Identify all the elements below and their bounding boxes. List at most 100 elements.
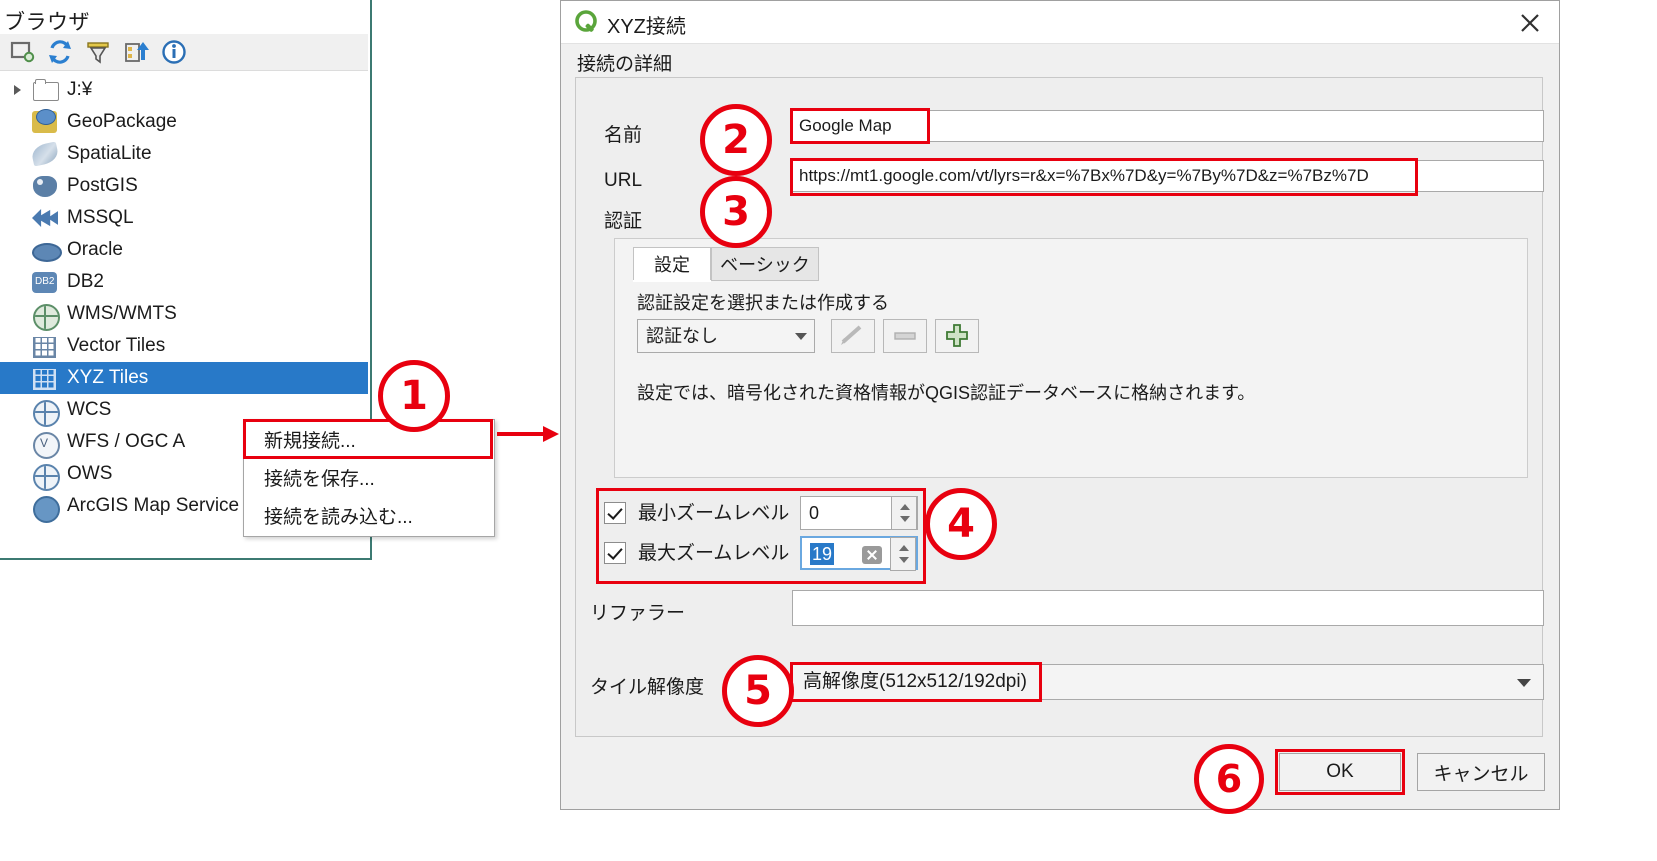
connection-details-label: 接続の詳細 bbox=[577, 54, 673, 75]
auth-select-label: 認証設定を選択または作成する bbox=[637, 293, 889, 313]
refresh-icon[interactable] bbox=[46, 38, 74, 66]
wcs-globe-icon bbox=[30, 396, 60, 427]
menu-item-load-connections[interactable]: 接続を読み込む... bbox=[244, 496, 494, 534]
tree-item-label: GeoPackage bbox=[67, 111, 177, 132]
spatialite-icon bbox=[30, 140, 60, 168]
edit-pencil-icon-button[interactable] bbox=[831, 319, 875, 353]
connection-details-group: 名前 Google Map URL https://mt1.google.com… bbox=[575, 77, 1544, 737]
auth-config-value: 認証なし bbox=[646, 326, 718, 346]
add-plus-icon-button[interactable] bbox=[935, 319, 979, 353]
tab-settings[interactable]: 設定 bbox=[633, 247, 711, 281]
expand-arrow-icon[interactable] bbox=[8, 74, 30, 106]
wms-globe-icon bbox=[30, 300, 60, 331]
tree-item-label: MSSQL bbox=[67, 207, 134, 228]
postgis-icon bbox=[30, 172, 60, 200]
tree-item-label: WMS/WMTS bbox=[67, 303, 177, 324]
close-icon[interactable] bbox=[1513, 7, 1547, 37]
wfs-globe-icon: V bbox=[30, 428, 60, 459]
auth-hint-text: 設定では、暗号化された資格情報がQGIS認証データベースに格納されます。 bbox=[637, 383, 1256, 403]
step-badge-1: 1 bbox=[378, 360, 450, 432]
oracle-icon bbox=[30, 236, 62, 264]
tree-item-mssql[interactable]: MSSQL bbox=[0, 202, 368, 234]
tree-item-label: DB2 bbox=[67, 271, 104, 292]
max-zoom-value: 19 bbox=[810, 543, 835, 565]
tree-item-geopackage[interactable]: GeoPackage bbox=[0, 106, 368, 138]
ok-button[interactable]: OK bbox=[1279, 753, 1401, 791]
tile-resolution-value: 高解像度(512x512/192dpi) bbox=[803, 671, 1027, 692]
menu-item-label: 新規接続... bbox=[264, 430, 356, 452]
tree-item-vector-tiles[interactable]: Vector Tiles bbox=[0, 330, 368, 362]
browser-toolbar bbox=[0, 34, 368, 71]
chevron-down-icon bbox=[795, 333, 807, 340]
tab-basic[interactable]: ベーシック bbox=[711, 247, 819, 281]
clear-icon[interactable] bbox=[862, 546, 882, 564]
step-badge-3: 3 bbox=[700, 176, 772, 248]
tree-item-wms-wmts[interactable]: WMS/WMTS bbox=[0, 298, 368, 331]
tree-item-postgis[interactable]: PostGIS bbox=[0, 170, 368, 202]
tile-resolution-select[interactable]: 高解像度(512x512/192dpi) bbox=[792, 664, 1544, 700]
step-badge-6: 6 bbox=[1194, 744, 1264, 814]
dialog-title: XYZ接続 bbox=[607, 16, 686, 38]
step-badge-5: 5 bbox=[722, 655, 794, 727]
tree-item-label: XYZ Tiles bbox=[67, 367, 149, 388]
tile-resolution-label: タイル解像度 bbox=[590, 677, 705, 698]
tree-item-label: WCS bbox=[67, 399, 112, 420]
filter-icon[interactable] bbox=[84, 38, 112, 66]
min-zoom-stepper[interactable] bbox=[891, 496, 917, 530]
xyz-tiles-grid-icon bbox=[30, 364, 60, 392]
tree-item-spatialite[interactable]: SpatiaLite bbox=[0, 138, 368, 170]
tree-item-label: PostGIS bbox=[67, 175, 138, 196]
tree-item-label: SpatiaLite bbox=[67, 143, 152, 164]
add-layer-icon[interactable] bbox=[8, 38, 36, 66]
max-zoom-input[interactable]: 19 bbox=[800, 536, 918, 571]
db2-icon: DB2 bbox=[30, 268, 60, 296]
menu-item-label: 接続を読み込む... bbox=[264, 506, 413, 528]
min-zoom-value: 0 bbox=[809, 503, 820, 523]
tree-item-j-drive[interactable]: J:¥ bbox=[0, 74, 368, 106]
auth-label: 認証 bbox=[604, 211, 643, 232]
tree-item-label: WFS / OGC A bbox=[67, 431, 186, 452]
step-badge-2: 2 bbox=[700, 104, 772, 176]
tree-item-label: J:¥ bbox=[67, 79, 93, 100]
tree-item-oracle[interactable]: Oracle bbox=[0, 234, 368, 266]
menu-item-label: 接続を保存... bbox=[264, 468, 375, 490]
menu-item-save-connections[interactable]: 接続を保存... bbox=[244, 458, 494, 496]
tree-item-label: Oracle bbox=[67, 239, 123, 260]
context-menu: 新規接続... 接続を保存... 接続を読み込む... bbox=[243, 419, 495, 537]
qgis-logo-icon bbox=[575, 10, 597, 32]
url-label: URL bbox=[604, 170, 643, 191]
auth-config-select[interactable]: 認証なし bbox=[637, 319, 815, 353]
min-zoom-checkbox[interactable] bbox=[604, 502, 626, 524]
max-zoom-checkbox[interactable] bbox=[604, 542, 626, 564]
auth-settings-frame: 設定 ベーシック 認証設定を選択または作成する 認証なし 設定では、暗号化された… bbox=[614, 238, 1528, 478]
step-badge-4: 4 bbox=[925, 488, 997, 560]
tree-item-xyz-tiles[interactable]: XYZ Tiles bbox=[0, 362, 368, 394]
name-input[interactable]: Google Map bbox=[792, 110, 1544, 142]
remove-minus-icon-button[interactable] bbox=[883, 319, 927, 353]
tree-item-label: ArcGIS Map Service bbox=[67, 495, 240, 516]
referrer-input[interactable] bbox=[792, 590, 1544, 626]
cancel-button[interactable]: キャンセル bbox=[1417, 753, 1545, 791]
tree-item-label: OWS bbox=[67, 463, 113, 484]
tree-item-db2[interactable]: DB2 DB2 bbox=[0, 266, 368, 298]
min-zoom-input[interactable]: 0 bbox=[800, 496, 918, 530]
max-zoom-stepper[interactable] bbox=[890, 537, 916, 571]
properties-info-icon[interactable] bbox=[160, 38, 188, 66]
collapse-all-icon[interactable] bbox=[122, 38, 150, 66]
url-input[interactable]: https://mt1.google.com/vt/lyrs=r&x=%7Bx%… bbox=[792, 160, 1544, 192]
chevron-down-icon bbox=[1517, 679, 1531, 687]
ows-globe-icon bbox=[30, 460, 60, 491]
min-zoom-label: 最小ズームレベル bbox=[638, 503, 790, 524]
dialog-titlebar: XYZ接続 bbox=[561, 1, 1559, 44]
menu-item-new-connection[interactable]: 新規接続... bbox=[243, 419, 494, 459]
